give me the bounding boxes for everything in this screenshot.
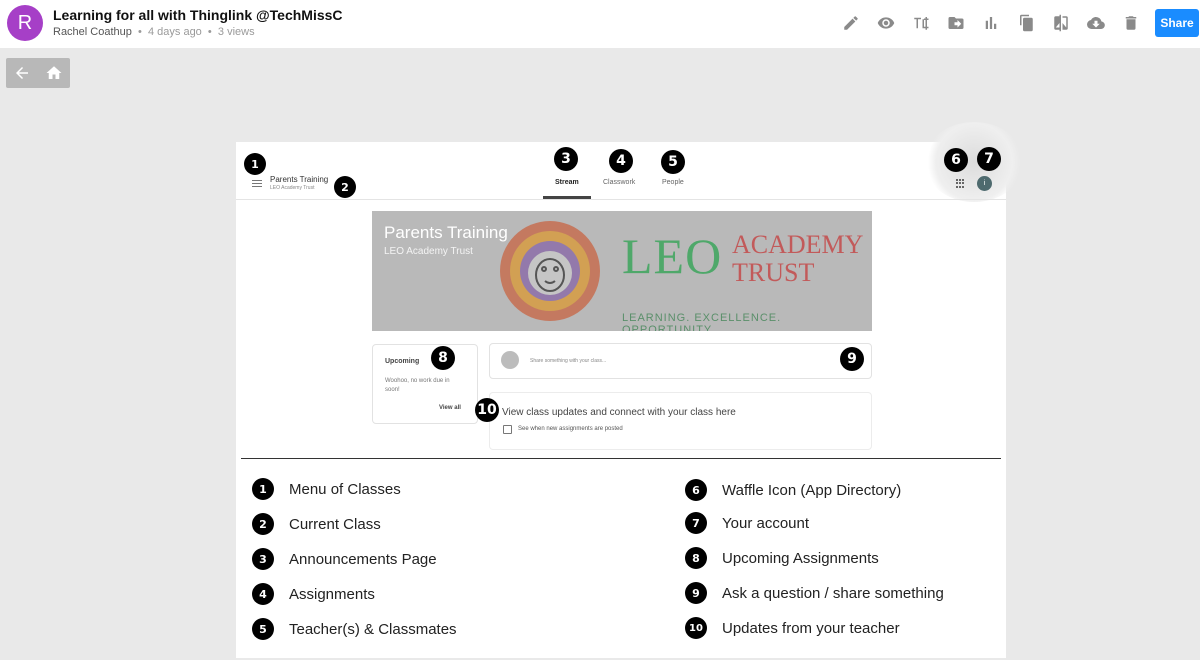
legend-text: Waffle Icon (App Directory)	[722, 481, 902, 499]
legend-text: Upcoming Assignments	[722, 549, 879, 567]
upcoming-card: Upcoming Woohoo, no work due in soon! Vi…	[372, 344, 478, 424]
page-title: Learning for all with Thinglink @TechMis…	[53, 7, 343, 23]
legend-number: 7	[685, 512, 707, 534]
time-ago: 4 days ago	[147, 26, 202, 38]
banner-tagline: LEARNING. EXCELLENCE. OPPORTUNITY	[622, 312, 782, 331]
copy-icon[interactable]	[1008, 10, 1043, 36]
legend-item: 10 Updates from your teacher	[685, 617, 900, 639]
waffle-icon[interactable]	[956, 179, 965, 188]
view-count: 3 views	[217, 26, 255, 38]
legend-number: 1	[252, 478, 274, 500]
tab-stream[interactable]: Stream	[555, 179, 579, 186]
pencil-icon[interactable]	[833, 10, 868, 36]
tab-people[interactable]: People	[662, 179, 684, 186]
legend-number: 9	[685, 582, 707, 604]
eye-icon[interactable]	[868, 10, 903, 36]
legend-text: Current Class	[289, 515, 381, 533]
updates-title: View class updates and connect with your…	[502, 407, 736, 418]
class-subtitle: LEO Academy Trust	[270, 185, 315, 191]
annotated-image[interactable]: Parents Training LEO Academy Trust Strea…	[236, 122, 1024, 658]
marker-8[interactable]: 8	[431, 346, 455, 370]
marker-4[interactable]: 4	[609, 149, 633, 173]
author-name[interactable]: Rachel Coathup	[53, 26, 132, 38]
compare-icon[interactable]	[1043, 10, 1078, 36]
share-box[interactable]: Share something with your class...	[489, 343, 872, 379]
legend-number: 8	[685, 547, 707, 569]
legend-text: Announcements Page	[289, 550, 437, 568]
legend-item: 2 Current Class	[252, 513, 381, 535]
legend-item: 5 Teacher(s) & Classmates	[252, 618, 457, 640]
class-banner: Parents Training LEO Academy Trust LEO A…	[372, 211, 872, 331]
legend-number: 10	[685, 617, 707, 639]
arrow-left-icon[interactable]	[6, 58, 38, 88]
cloud-download-icon[interactable]	[1078, 10, 1113, 36]
legend-number: 3	[252, 548, 274, 570]
legend-item: 1 Menu of Classes	[252, 478, 401, 500]
upcoming-title: Upcoming	[385, 358, 420, 365]
legend-text: Ask a question / share something	[722, 584, 944, 602]
updates-card: View class updates and connect with your…	[489, 392, 872, 450]
legend-item: 7 Your account	[685, 512, 809, 534]
toolbar	[833, 10, 1148, 36]
legend-number: 6	[685, 479, 707, 501]
share-placeholder[interactable]: Share something with your class...	[530, 358, 606, 364]
updates-subtitle: See when new assignments are posted	[518, 426, 623, 432]
legend-item: 6 Waffle Icon (App Directory)	[685, 479, 901, 501]
top-bar: R Learning for all with Thinglink @TechM…	[0, 0, 1200, 48]
legend-text: Your account	[722, 514, 810, 532]
tab-classwork[interactable]: Classwork	[603, 179, 635, 186]
divider	[241, 458, 1001, 459]
folder-move-icon[interactable]	[938, 10, 973, 36]
marker-5[interactable]: 5	[661, 150, 685, 174]
legend-number: 5	[252, 618, 274, 640]
account-avatar[interactable]: i	[977, 176, 992, 191]
trash-icon[interactable]	[1113, 10, 1148, 36]
legend-item: 4 Assignments	[252, 583, 375, 605]
marker-9[interactable]: 9	[840, 347, 864, 371]
legend-text: Assignments	[289, 585, 375, 603]
user-avatar	[501, 351, 519, 369]
bar-chart-icon[interactable]	[973, 10, 1008, 36]
marker-7[interactable]: 7	[977, 147, 1001, 171]
text-edit-icon[interactable]	[903, 10, 938, 36]
legend-number: 4	[252, 583, 274, 605]
legend-text: Updates from your teacher	[722, 619, 900, 637]
share-button[interactable]: Share	[1155, 9, 1199, 37]
nav-buttons	[6, 58, 70, 88]
home-icon[interactable]	[38, 58, 70, 88]
lion-logo-icon	[500, 221, 600, 321]
marker-10[interactable]: 10	[475, 398, 499, 422]
banner-logo-leo: LEO	[622, 228, 723, 284]
legend-text: Teacher(s) & Classmates	[289, 620, 457, 638]
author-avatar[interactable]: R	[7, 5, 43, 41]
legend-text: Menu of Classes	[289, 480, 401, 498]
banner-logo-academy: ACADEMY TRUST	[732, 230, 864, 287]
meta-line: Rachel Coathup • 4 days ago • 3 views	[53, 26, 255, 38]
hamburger-menu-icon[interactable]	[252, 180, 262, 187]
legend-number: 2	[252, 513, 274, 535]
class-name: Parents Training	[270, 175, 329, 184]
marker-6[interactable]: 6	[944, 148, 968, 172]
banner-title: Parents Training	[384, 223, 508, 242]
banner-subtitle: LEO Academy Trust	[384, 246, 473, 257]
legend-item: 3 Announcements Page	[252, 548, 437, 570]
marker-1[interactable]: 1	[244, 153, 266, 175]
view-all-link[interactable]: View all	[439, 405, 461, 411]
active-tab-indicator	[543, 196, 591, 199]
upcoming-text: Woohoo, no work due in soon!	[385, 378, 450, 393]
marker-2[interactable]: 2	[334, 176, 356, 198]
legend-item: 9 Ask a question / share something	[685, 582, 944, 604]
assignment-icon	[503, 425, 512, 434]
marker-3[interactable]: 3	[554, 147, 578, 171]
legend-item: 8 Upcoming Assignments	[685, 547, 879, 569]
